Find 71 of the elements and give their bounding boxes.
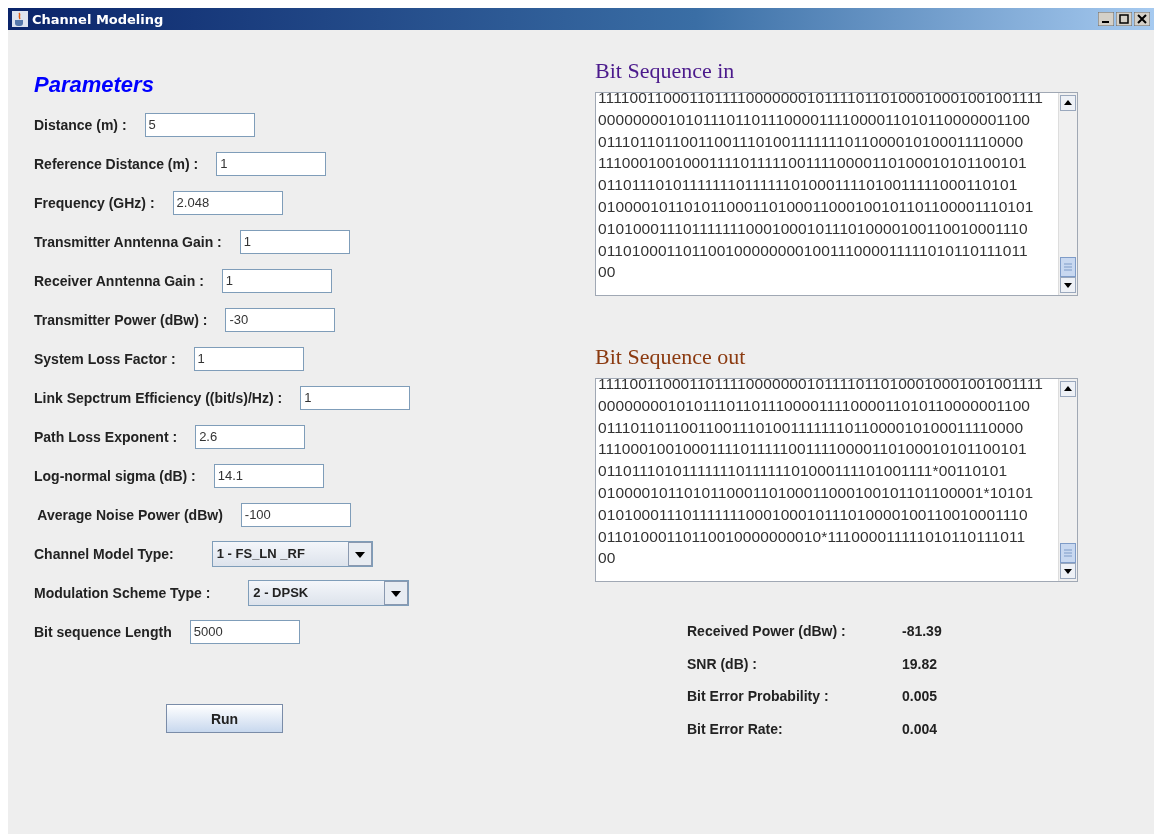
- input-field[interactable]: 2.6: [195, 424, 306, 449]
- input-field[interactable]: 1: [216, 151, 327, 176]
- input-field[interactable]: -30: [225, 307, 336, 332]
- input-field[interactable]: 14.1: [213, 463, 324, 488]
- field-label: Log-normal sigma (dB) :: [34, 467, 196, 484]
- field-label: Receiver Anntenna Gain :: [34, 272, 204, 289]
- field-label: Channel Model Type:: [34, 545, 174, 562]
- input-field[interactable]: 1: [239, 229, 350, 254]
- field-label: Reference Distance (m) :: [34, 155, 199, 172]
- input-field[interactable]: 5000: [189, 619, 300, 644]
- text-line: 000000001010111011011100001111000011010110000001100: [598, 109, 1032, 130]
- result-value: 19.82: [902, 654, 939, 673]
- text-line: 00: [598, 548, 617, 569]
- field-label: Link Sepctrum Efficiency ((bit/s)/Hz) :: [34, 389, 283, 406]
- dropdown[interactable]: 1 - FS_LN _RF: [211, 540, 373, 567]
- field-label: Distance (m) :: [34, 116, 127, 133]
- text-line: 011101101100110011101001111111011000010100011110000: [598, 131, 1025, 152]
- input-field[interactable]: -100: [240, 502, 351, 527]
- section-title: Bit Sequence in: [595, 58, 736, 85]
- dropdown[interactable]: 2 - DPSK: [248, 579, 410, 606]
- section-title: Parameters: [34, 72, 155, 98]
- maximize-icon[interactable]: [1116, 12, 1132, 26]
- field-label: Transmitter Anntenna Gain :: [34, 233, 222, 250]
- text-line: 01101110101111111011111101000111101001111*00110101: [598, 461, 1009, 482]
- text-line: 01101000110110010000000010*111000011111010110111011: [598, 526, 1027, 547]
- text-line: 11110011000110111100000001011110110100010001001001111: [598, 379, 1044, 394]
- field-label: Path Loss Exponent :: [34, 428, 178, 445]
- text-area[interactable]: [595, 92, 1078, 296]
- field-label: Average Noise Power (dBw): [36, 506, 223, 523]
- caret-icon: [384, 580, 409, 605]
- field-label: Modulation Scheme Type :: [34, 584, 211, 601]
- input-field[interactable]: 1: [300, 385, 411, 410]
- section-title: Bit Sequence out: [595, 344, 747, 371]
- text-line: 010100011101111111000100010111010000100110010001110: [598, 504, 1029, 525]
- text-line: 000000001010111011011100001111000011010110000001100: [598, 395, 1032, 416]
- result-value: -81.39: [902, 622, 943, 641]
- cup-icon: [12, 11, 28, 27]
- text-line: 111000100100011110111110011110000110100010101100101: [598, 439, 1028, 460]
- text-line: 010000101101011000110100011000100101101100001*10101: [598, 483, 1035, 503]
- text-line: 010100011101111111000100010111010000100110010001110: [598, 218, 1029, 239]
- field-label: System Loss Factor :: [34, 350, 176, 367]
- input-field[interactable]: 2.048: [172, 190, 283, 215]
- scrollbar[interactable]: [1058, 93, 1077, 295]
- field-label: Frequency (GHz) :: [34, 194, 155, 211]
- run-button[interactable]: Run: [166, 704, 283, 733]
- result-label: Bit Error Probability :: [687, 687, 830, 706]
- text-line: 00: [598, 262, 617, 283]
- result-label: SNR (dB) :: [687, 654, 758, 673]
- close-icon[interactable]: [1134, 12, 1150, 26]
- caret-icon: [347, 541, 372, 566]
- result-value: 0.004: [902, 719, 939, 738]
- field-label: Bit sequence Length: [34, 623, 172, 640]
- text-area[interactable]: [595, 378, 1078, 582]
- scroll-thumb[interactable]: [1060, 257, 1076, 277]
- text-line: 11110011000110111100000001011110110100010001001001111: [598, 93, 1044, 108]
- result-label: Received Power (dBw) :: [687, 622, 847, 641]
- field-label: Transmitter Power (dBw) :: [34, 311, 208, 328]
- input-field[interactable]: 1: [221, 268, 332, 293]
- scroll-thumb[interactable]: [1060, 543, 1076, 563]
- input-field[interactable]: 5: [144, 112, 255, 137]
- text-line: 011101101100110011101001111111011000010100011110000: [598, 417, 1025, 438]
- minimize-icon[interactable]: [1098, 12, 1114, 26]
- text-line: 011011101011111110111111010001111010011111000110101: [598, 175, 1019, 196]
- window-title: Channel Modeling: [32, 11, 164, 27]
- input-field[interactable]: 1: [193, 346, 304, 371]
- scrollbar[interactable]: [1058, 379, 1077, 581]
- text-line: 010000101101011000110100011000100101101100001110101: [598, 197, 1035, 217]
- result-value: 0.005: [902, 687, 939, 706]
- result-label: Bit Error Rate:: [687, 719, 784, 738]
- text-line: 111000100100011110111110011110000110100010101100101: [598, 153, 1028, 174]
- text-line: 011010001101100100000000100111000011111010110111011: [598, 240, 1029, 261]
